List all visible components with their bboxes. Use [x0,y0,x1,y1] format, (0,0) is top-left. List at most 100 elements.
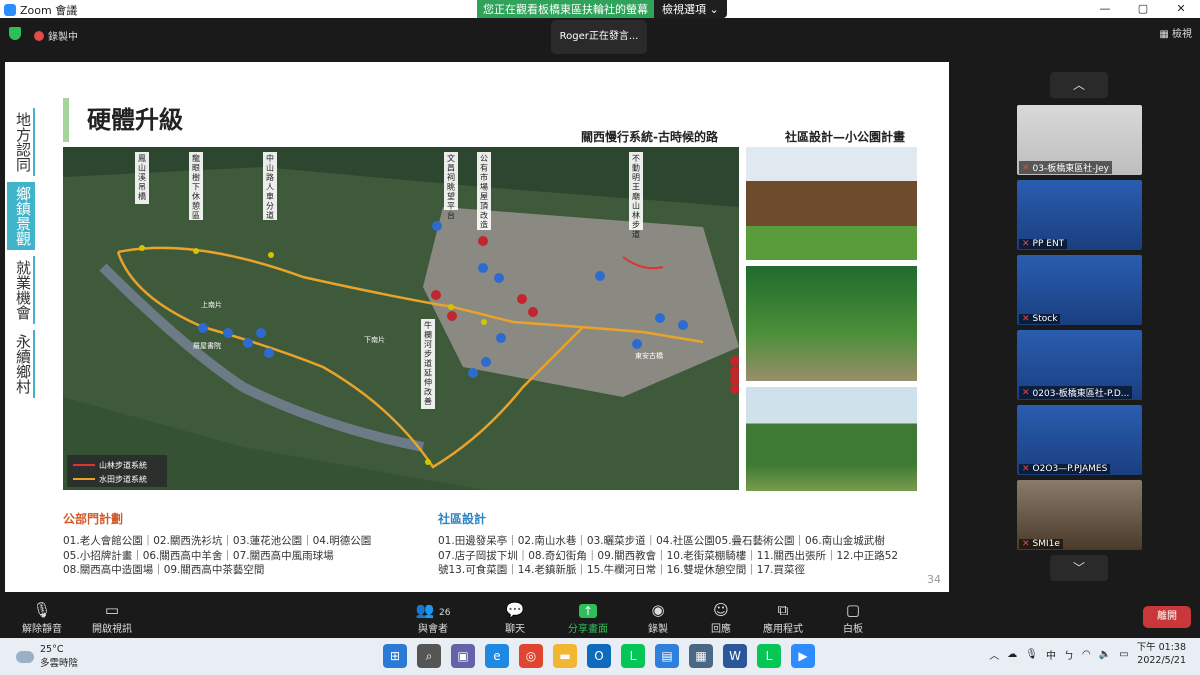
map-point-label-char: 王 [632,183,640,192]
recording-indicator[interactable]: 錄製中 [34,28,78,43]
security-shield-icon[interactable] [9,27,21,40]
view-options-button[interactable]: 檢視選項 ⌄ [654,0,727,18]
map-place-label: 東安古橋 [635,351,663,360]
taskbar-apps: ⊞ ⌕ ▣ e ◎ ▬ O L ▤ ▦ W L ▶ [383,644,815,668]
nav-segment: 地方認同 [7,108,35,176]
map-point-label-char: 區 [192,211,200,220]
system-tray: ︿ ☁ 🎙 中 ㄅ ◠ 🔈 ▭ 下午 01:38 2022/5/21 [989,641,1186,667]
map-point-label-char: 河 [424,339,432,349]
start-video-button[interactable]: ▭ 開啟視訊 [84,600,140,635]
slide-title: 硬體升級 [63,98,183,142]
map-point-label-char: 步 [632,221,640,230]
record-icon: ◉ [651,601,665,619]
app-title: Zoom 會議 [4,2,77,18]
map-point-label-char: 善 [424,396,432,406]
map-point-label-char: 公 [480,154,488,163]
nav-segment: 就業機會 [7,256,35,324]
park-photo-3 [746,387,917,491]
line-app-icon[interactable]: L [621,644,645,668]
weather-desc: 多雲時陰 [40,658,79,669]
map-point-label-char: 市 [480,172,488,182]
volume-icon[interactable]: 🔈 [1099,649,1111,660]
participant-tile[interactable]: ✕ PP ENT [1017,180,1142,250]
park-photo-2 [746,266,917,381]
apps-button[interactable]: ⧉ 應用程式 [758,600,808,635]
whiteboard-button[interactable]: ▢ 白板 [835,600,871,635]
map-point-label-char: 台 [447,210,455,220]
tray-chevron-icon[interactable]: ︿ [989,647,999,662]
outlook-icon[interactable]: O [587,644,611,668]
map-point-label-char: 道 [424,358,432,368]
reactions-label: 回應 [711,624,731,635]
participant-tile[interactable]: ✕ O2O3—P.PJAMES [1017,405,1142,475]
wifi-icon[interactable]: ◠ [1082,649,1091,660]
share-screen-button[interactable]: ↑ 分享畫面 [562,600,614,635]
participant-tile[interactable]: ✕ Stock [1017,255,1142,325]
close-button[interactable]: ✕ [1162,0,1200,18]
page-number: 34 [927,573,941,586]
mic-muted-icon: ✕ [1022,314,1030,324]
maximize-button[interactable]: ▢ [1124,0,1162,18]
participants-count: 26 [439,608,451,618]
participant-name-tag: ✕ 03-板橋東區社-Jey [1019,161,1113,174]
ime-indicator[interactable]: 中 [1046,647,1056,662]
legend-mountain-trail: 山林步道系統 [99,460,147,470]
map-point-label-char: 山 [138,163,146,173]
zoom-app-icon[interactable]: ▶ [791,644,815,668]
mic-muted-icon: ✕ [1022,387,1030,398]
ime-mode-indicator[interactable]: ㄅ [1064,647,1074,662]
gallery-down-button[interactable]: ﹀ [1050,555,1108,581]
line-app-2-icon[interactable]: L [757,644,781,668]
clock[interactable]: 下午 01:38 2022/5/21 [1137,641,1186,667]
park-photo-1 [746,147,917,260]
public-line: 08.關西高中造園場｜09.關西高中茶藝空間 [63,564,265,576]
map-point-label-char: 明 [632,173,640,182]
participant-tile[interactable]: ✕ 03-板橋東區社-Jey [1017,105,1142,175]
active-speaker-tooltip: Roger正在發言... [551,20,647,54]
map-point-label-char: 欄 [424,330,432,340]
file-explorer-icon[interactable]: ▬ [553,644,577,668]
chrome-browser-icon[interactable]: ◎ [519,644,543,668]
map-point-label-char: 分 [266,202,274,211]
reactions-button[interactable]: ☺ 回應 [703,600,739,635]
battery-icon[interactable]: ▭ [1119,649,1128,660]
participants-button[interactable]: 👥 26 與會者 [405,600,461,635]
map-point-label-char: 祠 [447,172,455,182]
participant-tile[interactable]: ✕ SMI1e [1017,480,1142,550]
teams-chat-icon[interactable]: ▣ [451,644,475,668]
edge-browser-icon[interactable]: e [485,644,509,668]
mic-muted-icon: ✕ [1022,162,1030,173]
mic-tray-icon[interactable]: 🎙 [1025,649,1038,660]
leave-button[interactable]: 離開 [1143,606,1191,628]
record-button[interactable]: ◉ 錄製 [640,600,676,635]
minimize-button[interactable]: — [1086,0,1124,18]
chat-button[interactable]: 💬 聊天 [495,600,535,635]
mic-muted-icon: ✕ [1022,539,1030,549]
apps-icon: ⧉ [777,601,789,619]
weather-widget[interactable]: 25°C 多雲時陰 [16,644,78,669]
calculator-icon[interactable]: ▦ [689,644,713,668]
window-titlebar: Zoom 會議 您正在觀看板橋東區扶輪社的螢幕 檢視選項 ⌄ — ▢ ✕ [0,0,1200,18]
windows-start-icon[interactable]: ⊞ [383,644,407,668]
notepad-icon[interactable]: ▤ [655,644,679,668]
map-place-label: 下南片 [364,335,385,344]
mic-muted-icon: ✕ [1022,239,1030,249]
legend-paddy-trail: 水田步道系統 [99,474,147,484]
map-point-label-char: 下 [192,183,200,192]
word-icon[interactable]: W [723,644,747,668]
view-button[interactable]: ▦ 檢視 [1159,25,1192,40]
map-point-label-char: 廟 [632,191,640,201]
unmute-button[interactable]: 🎙 解除靜音 [14,600,70,635]
community-line: 07.店子岡拔下圳｜08.奇幻街角｜09.關西教會｜10.老街菜棚騎樓｜11.關… [438,549,899,562]
gallery-up-button[interactable]: ︿ [1050,72,1108,98]
onedrive-icon[interactable]: ☁ [1007,649,1017,660]
map-point-label-char: 平 [447,202,455,211]
zoom-logo-icon [4,4,16,16]
mic-off-icon: 🎙 [32,601,52,619]
map-point-label-char: 延 [424,368,432,378]
map-point-label-char: 不 [632,154,640,163]
map-point-label-char: 牛 [424,320,432,330]
search-icon[interactable]: ⌕ [417,644,441,668]
participant-tile[interactable]: ✕ 0203-板橋東區社-P.D... [1017,330,1142,400]
map-point-label-char: 溪 [138,172,146,182]
